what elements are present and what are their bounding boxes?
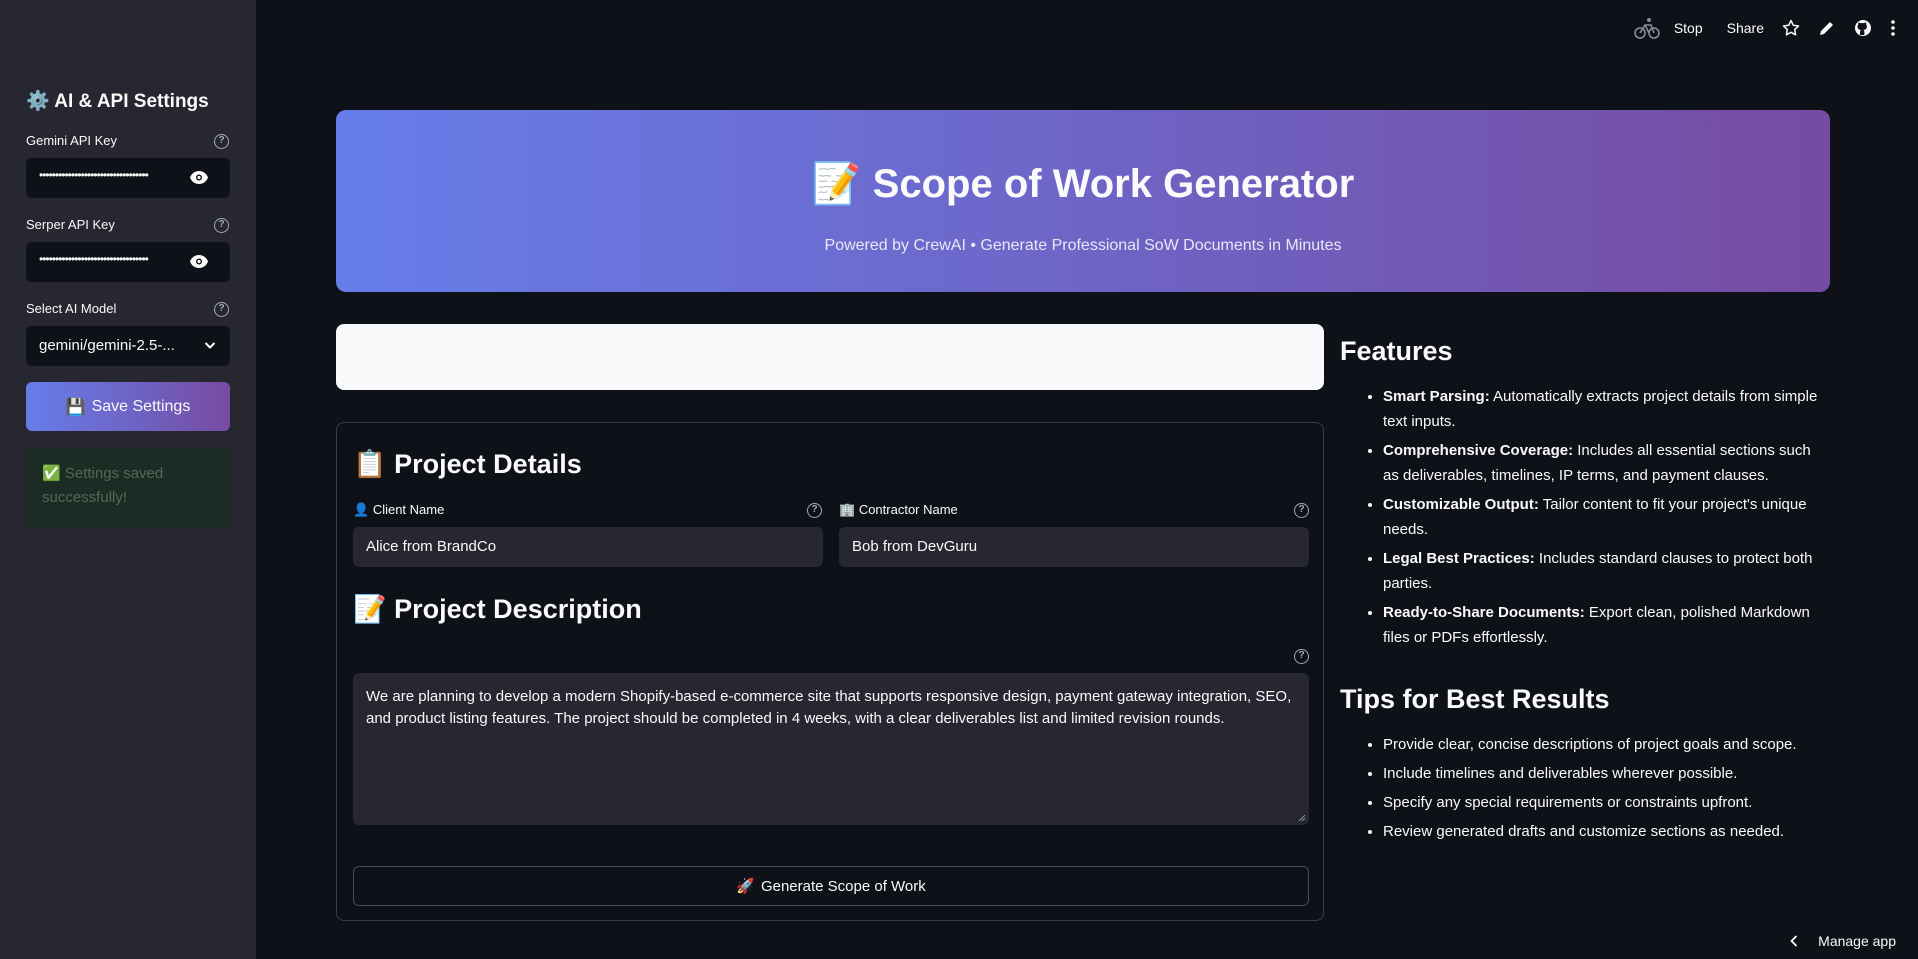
project-description-textarea[interactable]: We are planning to develop a modern Shop…	[353, 673, 1309, 825]
star-icon[interactable]	[1782, 19, 1800, 37]
gemini-api-key-label: Gemini API Key	[26, 133, 118, 148]
page-subtitle: Powered by CrewAI • Generate Professiona…	[824, 237, 1342, 254]
list-item: Specify any special requirements or cons…	[1383, 790, 1830, 815]
manage-app-button[interactable]: Manage app	[1790, 933, 1896, 949]
serper-api-key-label: Serper API Key	[26, 217, 115, 232]
running-bike-icon	[1634, 18, 1660, 39]
project-details-heading: 📋 Project Details	[353, 448, 582, 480]
help-icon[interactable]: ?	[807, 503, 822, 518]
blank-panel	[336, 324, 1324, 390]
memo-emoji: 📝	[353, 594, 387, 624]
chevron-left-icon	[1790, 935, 1798, 947]
floppy-disk-icon: 💾	[65, 398, 86, 416]
feature-name: Comprehensive Coverage:	[1383, 442, 1574, 459]
feature-name: Customizable Output:	[1383, 496, 1539, 513]
generate-scope-label: Generate Scope of Work	[760, 877, 926, 895]
list-item: Legal Best Practices: Includes standard …	[1383, 546, 1830, 596]
generate-scope-button[interactable]: 🚀 Generate Scope of Work	[353, 866, 1309, 906]
list-item: Provide clear, concise descriptions of p…	[1383, 732, 1830, 757]
gear-emoji: ⚙️	[26, 91, 50, 112]
person-emoji: 👤	[353, 502, 370, 517]
select-ai-model-label: Select AI Model	[26, 301, 117, 316]
success-alert: ✅ Settings saved successfully!	[26, 448, 230, 528]
tips-section: Tips for Best Results Provide clear, con…	[1340, 684, 1830, 848]
client-name-label-text: Client Name	[372, 502, 445, 517]
features-section: Features Smart Parsing: Automatically ex…	[1340, 336, 1830, 654]
save-settings-button[interactable]: 💾 Save Settings	[26, 382, 230, 431]
share-button[interactable]: Share	[1727, 20, 1764, 36]
project-description-heading: 📝 Project Description	[353, 593, 642, 625]
project-description-value: We are planning to develop a modern Shop…	[366, 688, 1292, 727]
gemini-api-key-input[interactable]: ••••••••••••••••••••••••••••••••••	[26, 158, 230, 198]
project-form: 📋 Project Details 👤 Client Name ? Alice …	[336, 422, 1324, 921]
top-toolbar: Stop Share	[1634, 16, 1896, 40]
ai-model-value: gemini/gemini-2.5-...	[39, 337, 175, 354]
eye-icon[interactable]	[190, 171, 208, 184]
memo-emoji: 📝	[811, 162, 862, 206]
save-settings-label: Save Settings	[91, 397, 191, 415]
chevron-down-icon	[204, 342, 216, 349]
ai-model-select[interactable]: gemini/gemini-2.5-...	[26, 326, 230, 366]
features-list: Smart Parsing: Automatically extracts pr…	[1340, 384, 1830, 650]
features-heading: Features	[1340, 336, 1453, 366]
more-vertical-icon[interactable]	[1890, 19, 1896, 37]
stop-button[interactable]: Stop	[1674, 20, 1703, 36]
list-item: Smart Parsing: Automatically extracts pr…	[1383, 384, 1830, 434]
help-icon[interactable]: ?	[1294, 649, 1309, 664]
page-title: 📝 Scope of Work Generator	[336, 160, 1830, 207]
pencil-icon[interactable]	[1818, 19, 1836, 37]
project-details-title: Project Details	[394, 449, 582, 479]
rocket-icon: 🚀	[736, 878, 755, 895]
help-icon[interactable]: ?	[214, 218, 229, 233]
serper-api-key-input[interactable]: ••••••••••••••••••••••••••••••••••	[26, 242, 230, 282]
contractor-name-input[interactable]: Bob from DevGuru	[839, 527, 1309, 567]
tips-heading: Tips for Best Results	[1340, 684, 1610, 714]
page-title-text: Scope of Work Generator	[872, 162, 1355, 206]
contractor-name-label-text: Contractor Name	[858, 502, 958, 517]
serper-api-key-value: ••••••••••••••••••••••••••••••••••	[39, 252, 149, 266]
list-item: Review generated drafts and customize se…	[1383, 819, 1830, 844]
hero-banner: 📝 Scope of Work Generator Powered by Cre…	[336, 110, 1830, 292]
gemini-api-key-value: ••••••••••••••••••••••••••••••••••	[39, 168, 149, 182]
list-item: Comprehensive Coverage: Includes all ess…	[1383, 438, 1830, 488]
list-item: Ready-to-Share Documents: Export clean, …	[1383, 600, 1830, 650]
list-item: Include timelines and deliverables where…	[1383, 761, 1830, 786]
sidebar: ⚙️ AI & API Settings Gemini API Key ? ••…	[0, 0, 256, 959]
success-message: ✅ Settings saved successfully!	[42, 465, 164, 506]
manage-app-label: Manage app	[1818, 933, 1896, 949]
feature-name: Legal Best Practices:	[1383, 550, 1535, 567]
sidebar-title-text: AI & API Settings	[54, 91, 209, 112]
client-name-input[interactable]: Alice from BrandCo	[353, 527, 823, 567]
feature-name: Ready-to-Share Documents:	[1383, 604, 1585, 621]
feature-name: Smart Parsing:	[1383, 388, 1490, 405]
sidebar-title: ⚙️ AI & API Settings	[26, 89, 209, 113]
project-description-title: Project Description	[394, 594, 642, 624]
github-icon[interactable]	[1854, 19, 1872, 37]
resize-handle-icon[interactable]	[1298, 814, 1306, 822]
clipboard-emoji: 📋	[353, 449, 387, 479]
tips-list: Provide clear, concise descriptions of p…	[1340, 732, 1830, 844]
client-name-label: 👤 Client Name	[353, 502, 444, 518]
list-item: Customizable Output: Tailor content to f…	[1383, 492, 1830, 542]
eye-icon[interactable]	[190, 255, 208, 268]
help-icon[interactable]: ?	[214, 302, 229, 317]
help-icon[interactable]: ?	[1294, 503, 1309, 518]
help-icon[interactable]: ?	[214, 134, 229, 149]
contractor-name-label: 🏢 Contractor Name	[839, 502, 958, 518]
office-building-emoji: 🏢	[839, 502, 856, 517]
